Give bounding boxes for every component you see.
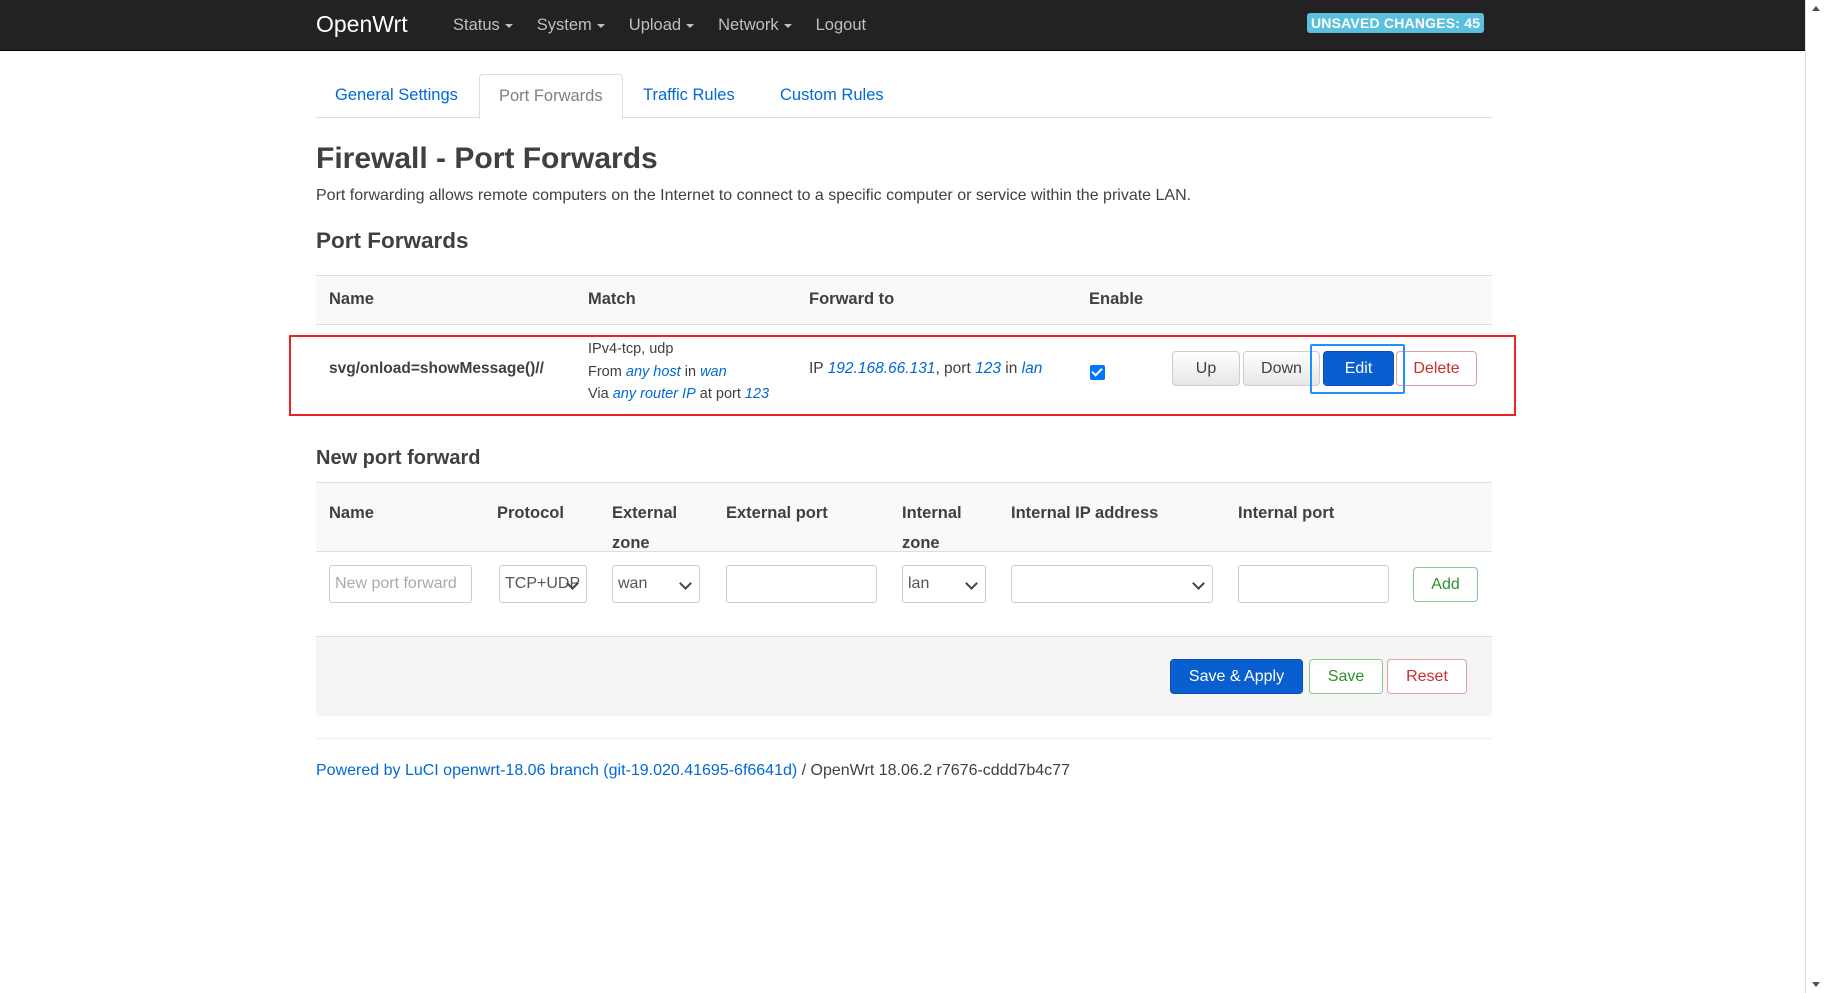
col-enable: Enable — [1089, 290, 1144, 308]
tab-general-settings[interactable]: General Settings — [316, 74, 477, 116]
footer-version: / OpenWrt 18.06.2 r7676-cddd7b4c77 — [797, 762, 1070, 779]
top-navbar: OpenWrt Status System Upload Network Log… — [0, 0, 1806, 51]
internal-port-input[interactable] — [1238, 565, 1389, 603]
internal-zone-select[interactable]: lan — [902, 565, 986, 603]
col-forward-to: Forward to — [809, 290, 895, 308]
scroll-down-icon[interactable] — [1812, 982, 1820, 987]
menu-upload[interactable]: Upload — [628, 15, 695, 35]
internal-ip-select[interactable] — [1011, 565, 1213, 603]
footer-divider — [316, 738, 1492, 739]
new-forward-row: New port forward TCP+UDP wan lan Add — [316, 551, 1492, 636]
chevron-down-icon — [596, 24, 605, 28]
brand-logo[interactable]: OpenWrt — [316, 11, 408, 38]
new-forward-title: New port forward — [316, 447, 481, 469]
internal-zone-value: lan — [908, 575, 930, 592]
new-name-input[interactable]: New port forward — [329, 565, 472, 603]
page-description: Port forwarding allows remote computers … — [316, 187, 1192, 204]
tab-traffic-rules[interactable]: Traffic Rules — [624, 74, 754, 116]
chevron-down-icon — [965, 577, 978, 590]
edit-highlight-box — [1310, 344, 1405, 394]
chevron-down-icon — [783, 24, 792, 28]
add-button[interactable]: Add — [1413, 567, 1478, 602]
main-menu: Status System Upload Network Logout — [453, 0, 890, 50]
col-new-name: Name — [329, 504, 374, 522]
menu-status-label: Status — [453, 15, 500, 34]
menu-system[interactable]: System — [537, 16, 605, 35]
chevron-down-icon — [679, 577, 692, 590]
col-internal-ip: Internal IP address — [1011, 504, 1159, 522]
menu-network-label: Network — [718, 15, 779, 34]
col-name: Name — [329, 290, 374, 308]
col-match: Match — [588, 290, 636, 308]
col-protocol: Protocol — [497, 504, 564, 522]
col-external-zone: External zone — [612, 504, 678, 552]
col-internal-zone: Internal zone — [902, 504, 962, 552]
protocol-select[interactable]: TCP+UDP — [499, 565, 587, 603]
menu-network[interactable]: Network — [718, 16, 792, 35]
luci-link[interactable]: Powered by LuCI openwrt-18.06 branch (gi… — [316, 762, 797, 779]
save-apply-button[interactable]: Save & Apply — [1170, 659, 1303, 694]
footer: Powered by LuCI openwrt-18.06 branch (gi… — [316, 762, 1070, 780]
reset-button[interactable]: Reset — [1387, 659, 1467, 694]
menu-system-label: System — [536, 15, 592, 34]
col-internal-port: Internal port — [1238, 504, 1335, 522]
chevron-down-icon — [1192, 577, 1205, 590]
tab-bar: General Settings Port Forwards Traffic R… — [316, 74, 1492, 119]
menu-upload-label: Upload — [628, 15, 682, 34]
tab-custom-rules[interactable]: Custom Rules — [761, 74, 903, 116]
form-actions: Save & Apply Save Reset — [316, 636, 1492, 716]
external-port-input[interactable] — [726, 565, 877, 603]
new-forward-table-header: Name Protocol External zone External por… — [316, 482, 1492, 552]
external-zone-value: wan — [618, 575, 648, 592]
unsaved-changes-badge[interactable]: UNSAVED CHANGES: 45 — [1307, 13, 1485, 33]
tab-port-forwards[interactable]: Port Forwards — [479, 74, 623, 119]
scroll-up-icon[interactable] — [1812, 6, 1820, 11]
menu-logout[interactable]: Logout — [816, 16, 866, 35]
chevron-down-icon — [686, 24, 695, 28]
save-button[interactable]: Save — [1309, 659, 1383, 694]
external-zone-select[interactable]: wan — [612, 565, 700, 603]
col-external-port: External port — [726, 504, 828, 522]
section-title: Port Forwards — [316, 228, 469, 253]
vertical-scrollbar[interactable] — [1805, 0, 1826, 993]
menu-status[interactable]: Status — [453, 16, 513, 35]
chevron-down-icon — [504, 24, 513, 28]
page-title: Firewall - Port Forwards — [316, 142, 658, 175]
port-forwards-table-header: Name Match Forward to Enable — [316, 275, 1492, 325]
